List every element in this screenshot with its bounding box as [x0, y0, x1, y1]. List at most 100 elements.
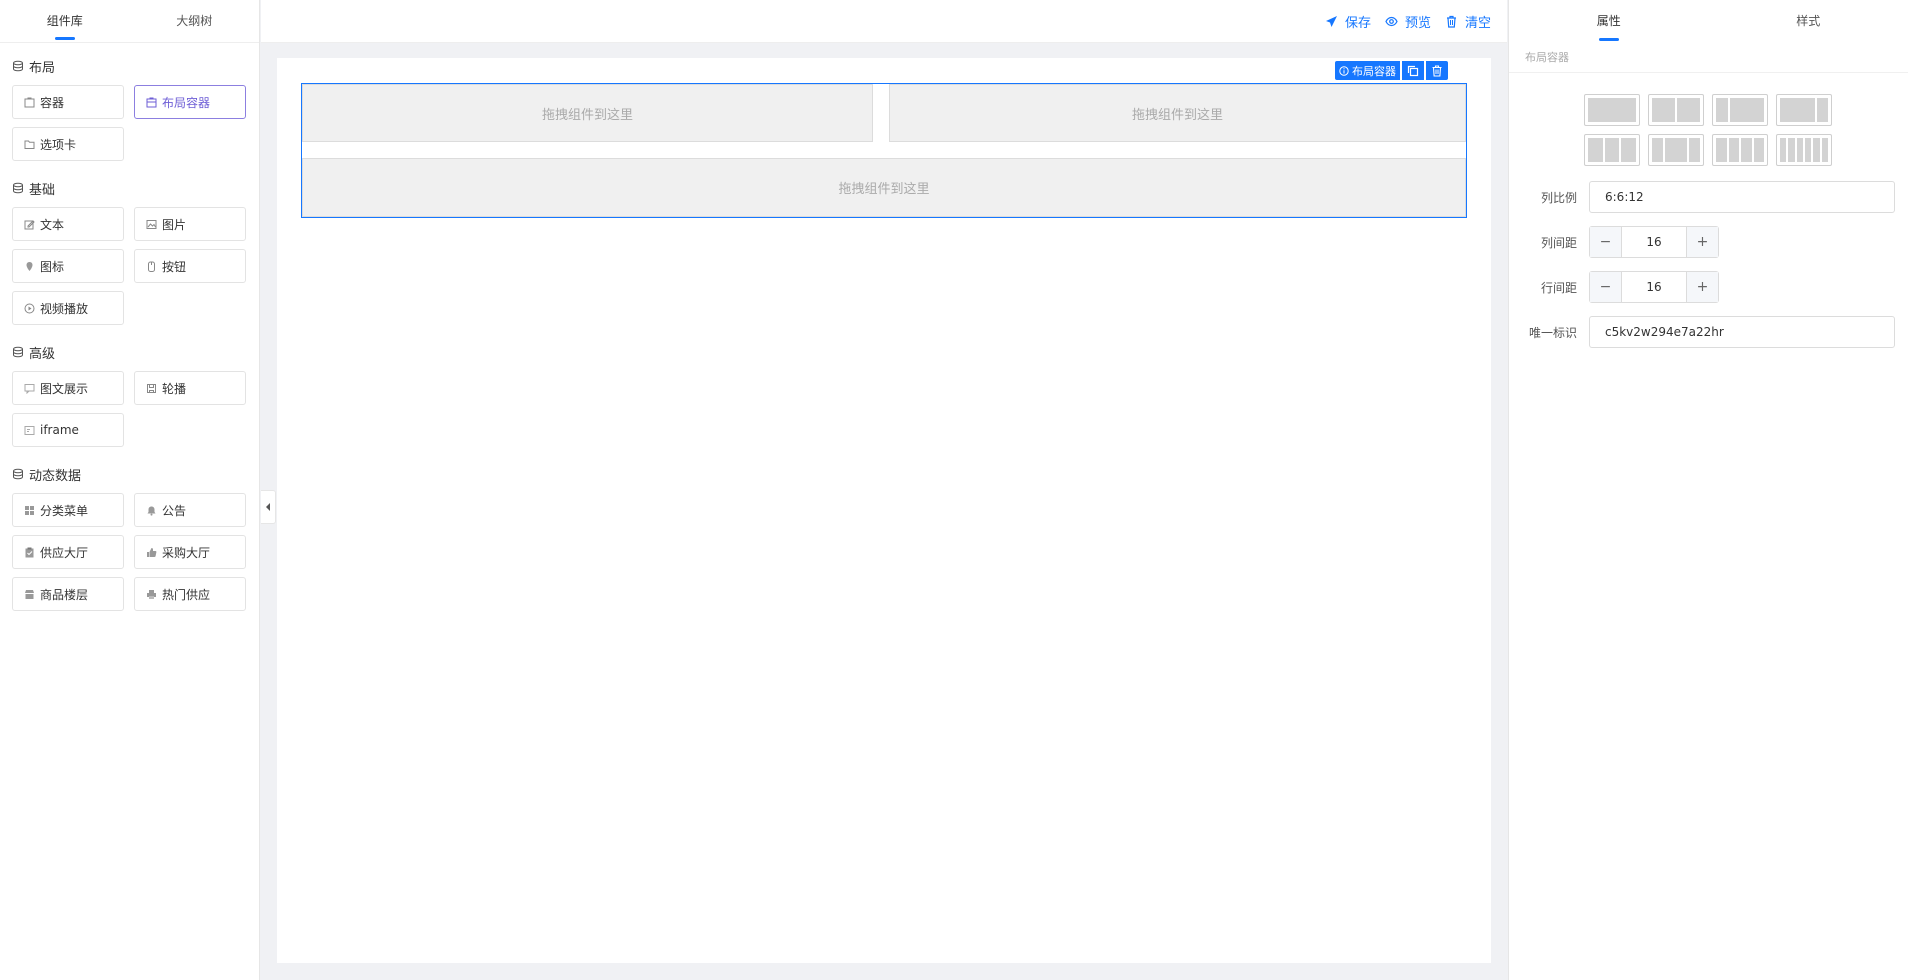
group-dynamic-data: 动态数据 分类菜单 公告 供应大厅 采购大厅 商品楼层 热门供应: [0, 465, 259, 611]
group-basic: 基础 文本 图片 图标 按钮 视频播放: [0, 179, 259, 325]
row-gap-decrement[interactable]: −: [1590, 272, 1622, 302]
component-hot-supply[interactable]: 热门供应: [134, 577, 246, 611]
column-gap-stepper: − 16 +: [1589, 226, 1719, 258]
column-gap-row: 列间距 − 16 +: [1509, 226, 1908, 258]
print-icon: [147, 589, 156, 599]
row-gap-label: 行间距: [1540, 280, 1577, 295]
group-title: 布局: [12, 57, 247, 76]
group-title: 高级: [12, 343, 247, 362]
carousel-icon: [147, 383, 156, 393]
column-gap-increment[interactable]: +: [1686, 227, 1718, 257]
ratio-row: 列比例 6:6:12: [1509, 181, 1908, 213]
tab-styles[interactable]: 样式: [1709, 0, 1908, 43]
preset-1-3-columns[interactable]: [1712, 94, 1768, 126]
preset-1-2-1-columns[interactable]: [1648, 134, 1704, 166]
column-gap-decrement[interactable]: −: [1590, 227, 1622, 257]
shop-icon: [25, 589, 34, 599]
group-advanced: 高级 图文展示 轮播 iframe: [0, 343, 259, 447]
trash-icon: [1446, 15, 1456, 28]
group-title-text: 动态数据: [29, 468, 82, 484]
database-icon: [13, 346, 23, 358]
delete-component-button[interactable]: [1426, 61, 1448, 80]
ratio-input[interactable]: 6:6:12: [1589, 181, 1895, 213]
selected-component-name: 布局容器: [1509, 43, 1908, 73]
design-canvas[interactable]: 布局容器 拖拽组件到这里 拖拽组件到这里 拖拽组件到这里: [277, 58, 1491, 963]
caret-left-icon: [266, 503, 270, 511]
component-button[interactable]: 按钮: [134, 249, 246, 283]
database-icon: [13, 60, 23, 72]
pin-icon: [26, 261, 33, 271]
clear-button[interactable]: 清空: [1445, 12, 1491, 31]
component-icon[interactable]: 图标: [12, 249, 124, 283]
preset-3-1-columns[interactable]: [1776, 94, 1832, 126]
layout-presets: [1584, 94, 1832, 166]
group-layout: 布局 容器 布局容器 选项卡: [0, 57, 259, 161]
preset-2-columns[interactable]: [1648, 94, 1704, 126]
collapse-panel-button[interactable]: [261, 490, 276, 524]
preset-3-columns[interactable]: [1584, 134, 1640, 166]
right-tabs: 属性 样式: [1509, 0, 1908, 43]
copy-icon: [1407, 65, 1419, 76]
ratio-label: 列比例: [1540, 190, 1577, 205]
tab-component-library[interactable]: 组件库: [0, 0, 130, 42]
send-icon: [1325, 15, 1337, 27]
preset-1-column[interactable]: [1584, 94, 1640, 126]
row-gap-increment[interactable]: +: [1686, 272, 1718, 302]
image-icon: [146, 219, 157, 229]
edit-icon: [24, 219, 35, 229]
component-category-menu[interactable]: 分类菜单: [12, 493, 124, 527]
button-icon: [148, 261, 155, 272]
layout-container[interactable]: 拖拽组件到这里 拖拽组件到这里 拖拽组件到这里: [301, 83, 1467, 218]
row-gap-input[interactable]: 16: [1622, 272, 1686, 302]
preset-4-columns[interactable]: [1712, 134, 1768, 166]
drop-zone-col-3[interactable]: 拖拽组件到这里: [302, 158, 1466, 217]
component-supply-hall[interactable]: 供应大厅: [12, 535, 124, 569]
unique-id-input[interactable]: c5kv2w294e7a22hr: [1589, 316, 1895, 348]
drop-zone-col-1[interactable]: 拖拽组件到这里: [302, 84, 873, 142]
component-video[interactable]: 视频播放: [12, 291, 124, 325]
component-product-floor[interactable]: 商品楼层: [12, 577, 124, 611]
preset-6-columns[interactable]: [1776, 134, 1832, 166]
row-gap-row: 行间距 − 16 +: [1509, 271, 1908, 303]
info-icon: [1339, 65, 1349, 76]
properties-panel: 属性 样式 布局容器 列比例 6:6:12 列间距 − 16 + 行间距 − 1…: [1508, 0, 1908, 980]
editor-toolbar: 保存 预览 清空: [261, 0, 1507, 43]
container-icon: [24, 97, 35, 107]
layout-container-icon: [146, 97, 157, 107]
component-carousel[interactable]: 轮播: [134, 371, 246, 405]
tab-properties[interactable]: 属性: [1509, 0, 1709, 43]
component-tabs[interactable]: 选项卡: [12, 127, 124, 161]
component-notice[interactable]: 公告: [134, 493, 246, 527]
tab-outline-tree[interactable]: 大纲树: [130, 0, 260, 42]
play-circle-icon: [24, 303, 35, 313]
copy-component-button[interactable]: [1402, 61, 1424, 80]
component-layout-container[interactable]: 布局容器: [134, 85, 246, 119]
left-tabs: 组件库 大纲树: [0, 0, 259, 43]
component-container[interactable]: 容器: [12, 85, 124, 119]
layout-container-toolbar: 布局容器: [1335, 61, 1448, 80]
drop-zone-col-2[interactable]: 拖拽组件到这里: [889, 84, 1466, 142]
iframe-icon: [24, 425, 35, 435]
thumb-up-icon: [147, 547, 157, 557]
bell-icon: [147, 506, 156, 516]
component-text[interactable]: 文本: [12, 207, 124, 241]
image-text-icon: [24, 383, 35, 394]
group-title-text: 高级: [29, 346, 56, 362]
group-title-text: 基础: [29, 182, 56, 198]
folder-icon: [24, 140, 35, 149]
column-gap-label: 列间距: [1540, 235, 1577, 250]
component-image-text[interactable]: 图文展示: [12, 371, 124, 405]
row-gap-stepper: − 16 +: [1589, 271, 1719, 303]
component-panel: 组件库 大纲树 布局 容器 布局容器 选项卡 基础 文本 图片 图标 按钮 视频…: [0, 0, 260, 980]
column-gap-input[interactable]: 16: [1622, 227, 1686, 257]
database-icon: [13, 468, 23, 480]
preview-button[interactable]: 预览: [1385, 12, 1431, 31]
save-button[interactable]: 保存: [1325, 12, 1371, 31]
component-purchase-hall[interactable]: 采购大厅: [134, 535, 246, 569]
clipboard-icon: [25, 547, 34, 557]
database-icon: [13, 182, 23, 194]
component-iframe[interactable]: iframe: [12, 413, 124, 447]
grid-icon: [25, 505, 34, 515]
eye-icon: [1385, 16, 1398, 26]
component-image[interactable]: 图片: [134, 207, 246, 241]
